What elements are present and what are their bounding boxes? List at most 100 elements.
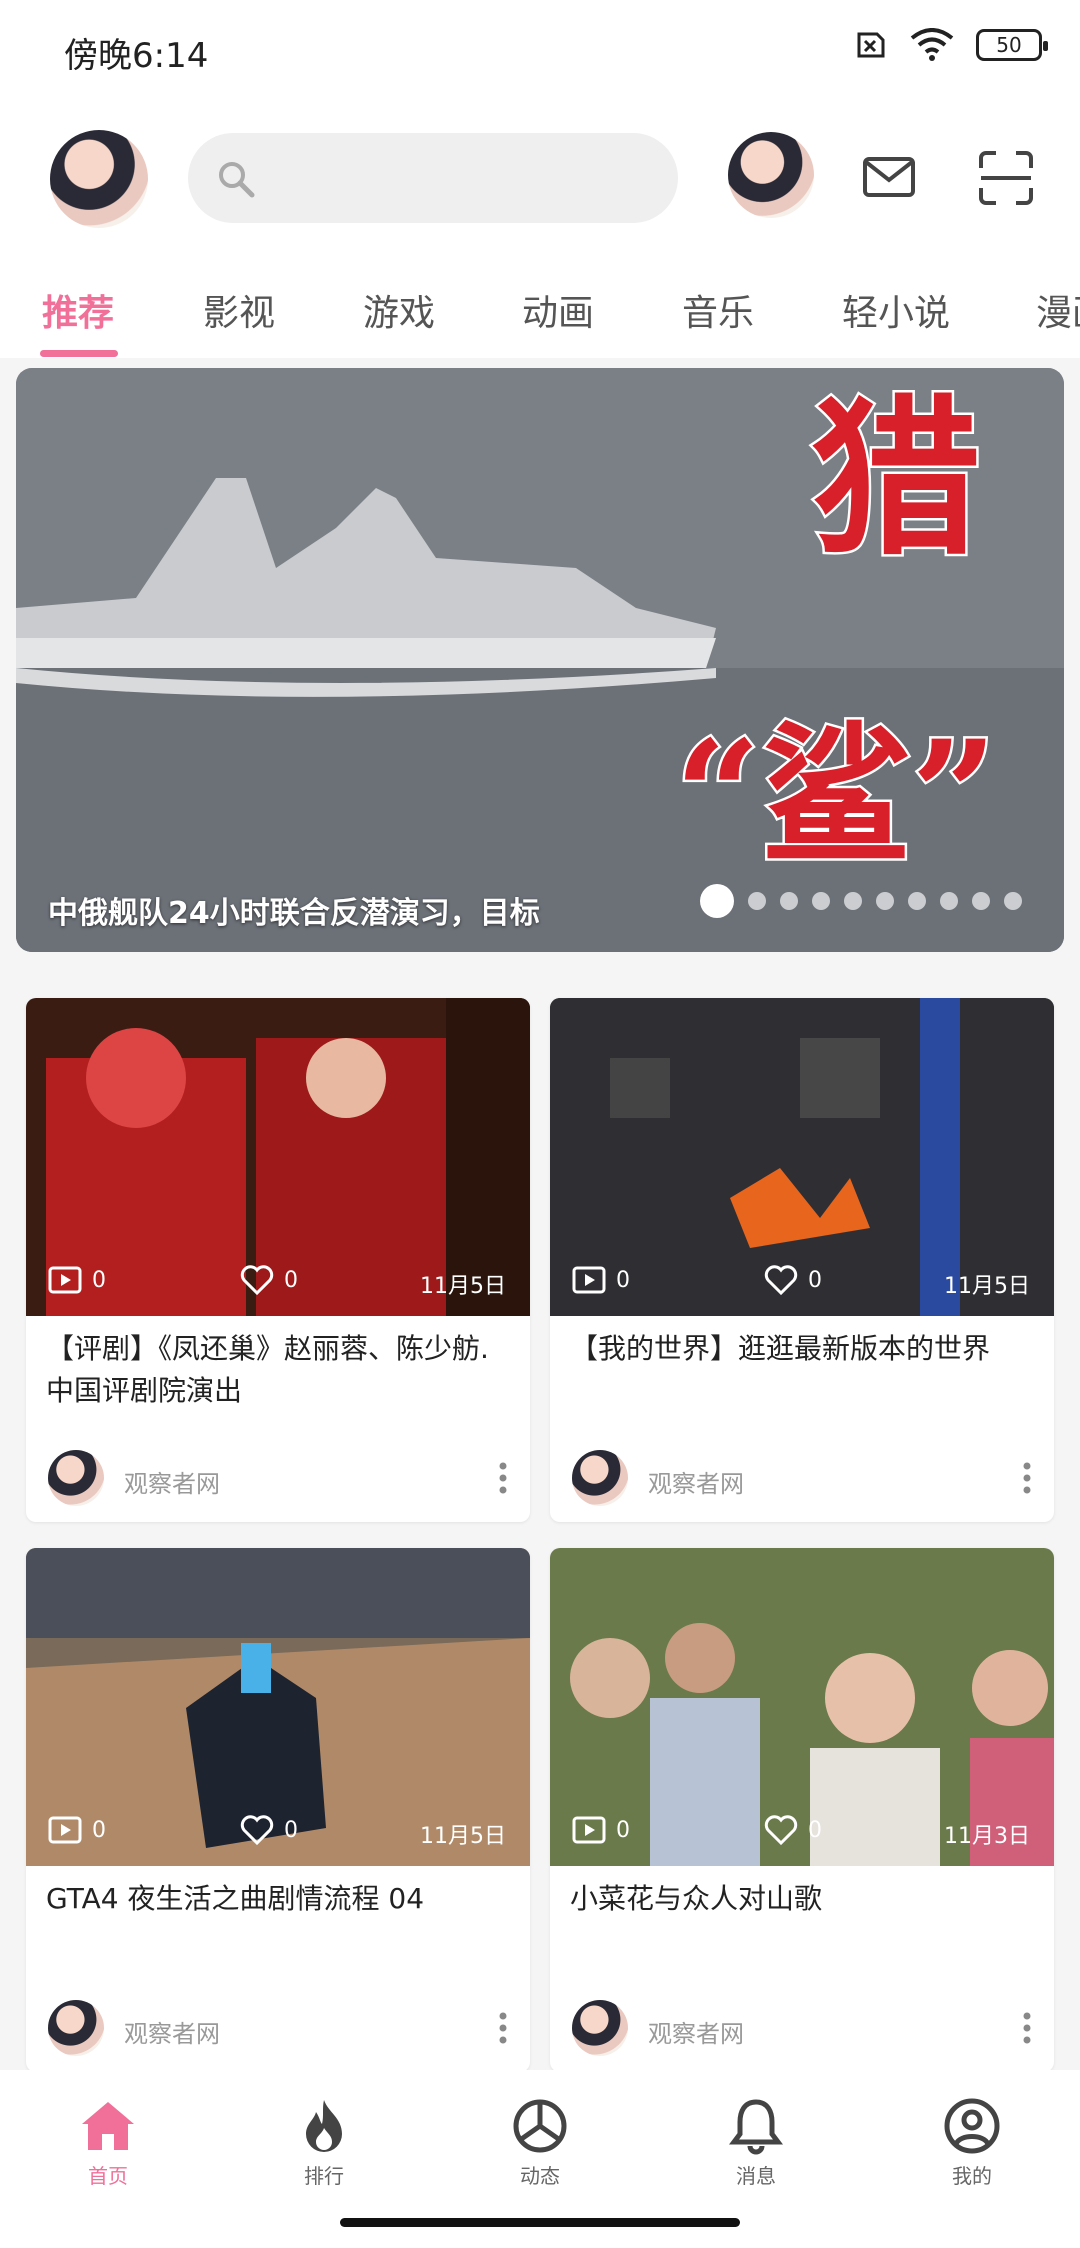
- author-name[interactable]: 观察者网: [648, 1464, 744, 1499]
- like-icon: [240, 1265, 274, 1296]
- author-avatar[interactable]: [48, 1450, 104, 1506]
- video-card[interactable]: 0 0 11月3日 小菜花与众人对山歌 观察者网: [550, 1548, 1054, 2072]
- video-title[interactable]: GTA4 夜生活之曲剧情流程 04: [46, 1878, 516, 1920]
- banner-dot[interactable]: [748, 892, 766, 910]
- video-date: 11月5日: [944, 1274, 1030, 1299]
- play-count-icon: [572, 1816, 606, 1844]
- status-icons: 50: [854, 28, 1048, 62]
- tab-animation[interactable]: 动画: [522, 284, 594, 336]
- like-count: 0: [808, 1268, 822, 1293]
- play-count-icon: [48, 1816, 82, 1844]
- status-bar: 傍晚6:14 50: [0, 0, 1080, 96]
- tab-comics[interactable]: 漫画: [1036, 284, 1080, 336]
- banner-dot[interactable]: [972, 892, 990, 910]
- play-count-icon: [48, 1266, 82, 1294]
- banner-overlay-text-2: “鲨”: [675, 708, 998, 884]
- video-date: 11月5日: [420, 1824, 506, 1849]
- user-avatar[interactable]: [50, 130, 148, 228]
- banner-dot[interactable]: [844, 892, 862, 910]
- banner-carousel[interactable]: 猎 “鲨” 中俄舰队24小时联合反潜演习，目标: [16, 368, 1064, 952]
- tab-light-novel[interactable]: 轻小说: [842, 284, 950, 336]
- search-bar[interactable]: [188, 133, 678, 223]
- banner-dot[interactable]: [812, 892, 830, 910]
- battery-icon: 50: [976, 29, 1048, 61]
- thumbnail-meta: 0 0 11月5日: [26, 1814, 530, 1854]
- like-icon: [764, 1265, 798, 1296]
- author-avatar[interactable]: [572, 1450, 628, 1506]
- category-tabs: 推荐 影视 游戏 动画 音乐 轻小说 漫画: [0, 262, 1080, 358]
- author-name[interactable]: 观察者网: [124, 1464, 220, 1499]
- wifi-icon: [910, 28, 954, 61]
- active-tab-indicator: [40, 350, 118, 357]
- nav-dynamic[interactable]: 动态: [470, 2096, 610, 2206]
- banner-dot[interactable]: [908, 892, 926, 910]
- more-options-icon[interactable]: [1020, 2010, 1034, 2046]
- no-sim-icon: [857, 32, 885, 58]
- video-card[interactable]: 0 0 11月5日 【评剧】《凤还巢》赵丽蓉、陈少舫.中国评剧院演出 观察者网: [26, 998, 530, 1522]
- more-options-icon[interactable]: [496, 1460, 510, 1496]
- video-title[interactable]: 【评剧】《凤还巢》赵丽蓉、陈少舫.中国评剧院演出: [46, 1328, 516, 1412]
- play-count: 0: [92, 1268, 106, 1293]
- video-title[interactable]: 小菜花与众人对山歌: [570, 1878, 1040, 1920]
- author-name[interactable]: 观察者网: [648, 2014, 744, 2049]
- thumbnail-meta: 0 0 11月5日: [550, 1264, 1054, 1304]
- home-icon: [82, 2102, 134, 2150]
- more-options-icon[interactable]: [496, 2010, 510, 2046]
- nav-profile[interactable]: 我的: [902, 2096, 1042, 2206]
- banner-dot[interactable]: [876, 892, 894, 910]
- author-avatar[interactable]: [48, 2000, 104, 2056]
- secondary-avatar[interactable]: [728, 132, 814, 218]
- bell-icon: [729, 2099, 783, 2155]
- thumbnail-meta: 0 0 11月3日: [550, 1814, 1054, 1854]
- nav-messages[interactable]: 消息: [686, 2096, 826, 2206]
- play-count: 0: [92, 1818, 106, 1843]
- banner-pagination: [700, 884, 1022, 918]
- video-title[interactable]: 【我的世界】逛逛最新版本的世界: [570, 1328, 1040, 1370]
- nav-dynamic-label: 动态: [520, 2164, 560, 2188]
- like-count: 0: [284, 1818, 298, 1843]
- play-count: 0: [616, 1818, 630, 1843]
- battery-level: 50: [996, 33, 1022, 57]
- nav-home[interactable]: 首页: [38, 2096, 178, 2206]
- mail-icon[interactable]: [862, 150, 916, 204]
- flame-icon: [306, 2100, 342, 2152]
- search-icon: [219, 162, 255, 198]
- thumbnail-meta: 0 0 11月5日: [26, 1264, 530, 1304]
- author-avatar[interactable]: [572, 2000, 628, 2056]
- banner-dot[interactable]: [940, 892, 958, 910]
- banner-dot[interactable]: [1004, 892, 1022, 910]
- nav-home-label: 首页: [88, 2164, 128, 2188]
- like-count: 0: [808, 1818, 822, 1843]
- dynamic-icon: [513, 2099, 567, 2153]
- video-date: 11月3日: [944, 1824, 1030, 1849]
- status-time: 傍晚6:14: [64, 36, 209, 76]
- profile-icon: [944, 2098, 1000, 2154]
- tab-film[interactable]: 影视: [203, 284, 275, 336]
- video-date: 11月5日: [420, 1274, 506, 1299]
- banner-dot[interactable]: [780, 892, 798, 910]
- search-input[interactable]: [268, 133, 658, 223]
- play-count: 0: [616, 1268, 630, 1293]
- tab-music[interactable]: 音乐: [682, 284, 754, 336]
- author-name[interactable]: 观察者网: [124, 2014, 220, 2049]
- video-card[interactable]: 0 0 11月5日 【我的世界】逛逛最新版本的世界 观察者网: [550, 998, 1054, 1522]
- tab-recommend[interactable]: 推荐: [42, 284, 114, 336]
- banner-dot[interactable]: [700, 884, 734, 918]
- tab-games[interactable]: 游戏: [363, 284, 435, 336]
- like-count: 0: [284, 1268, 298, 1293]
- nav-profile-label: 我的: [952, 2164, 992, 2188]
- more-options-icon[interactable]: [1020, 1460, 1034, 1496]
- like-icon: [240, 1815, 274, 1846]
- nav-ranking-label: 排行: [304, 2164, 344, 2188]
- scan-icon[interactable]: [978, 150, 1034, 206]
- banner-caption: 中俄舰队24小时联合反潜演习，目标: [48, 896, 540, 931]
- banner-overlay-text-1: 猎: [811, 379, 981, 579]
- nav-messages-label: 消息: [736, 2164, 776, 2188]
- nav-ranking[interactable]: 排行: [254, 2096, 394, 2206]
- banner-image: 猎 “鲨”: [16, 368, 1064, 952]
- home-indicator[interactable]: [340, 2218, 740, 2227]
- video-card[interactable]: 0 0 11月5日 GTA4 夜生活之曲剧情流程 04 观察者网: [26, 1548, 530, 2072]
- play-count-icon: [572, 1266, 606, 1294]
- like-icon: [764, 1815, 798, 1846]
- top-header: [0, 120, 1080, 240]
